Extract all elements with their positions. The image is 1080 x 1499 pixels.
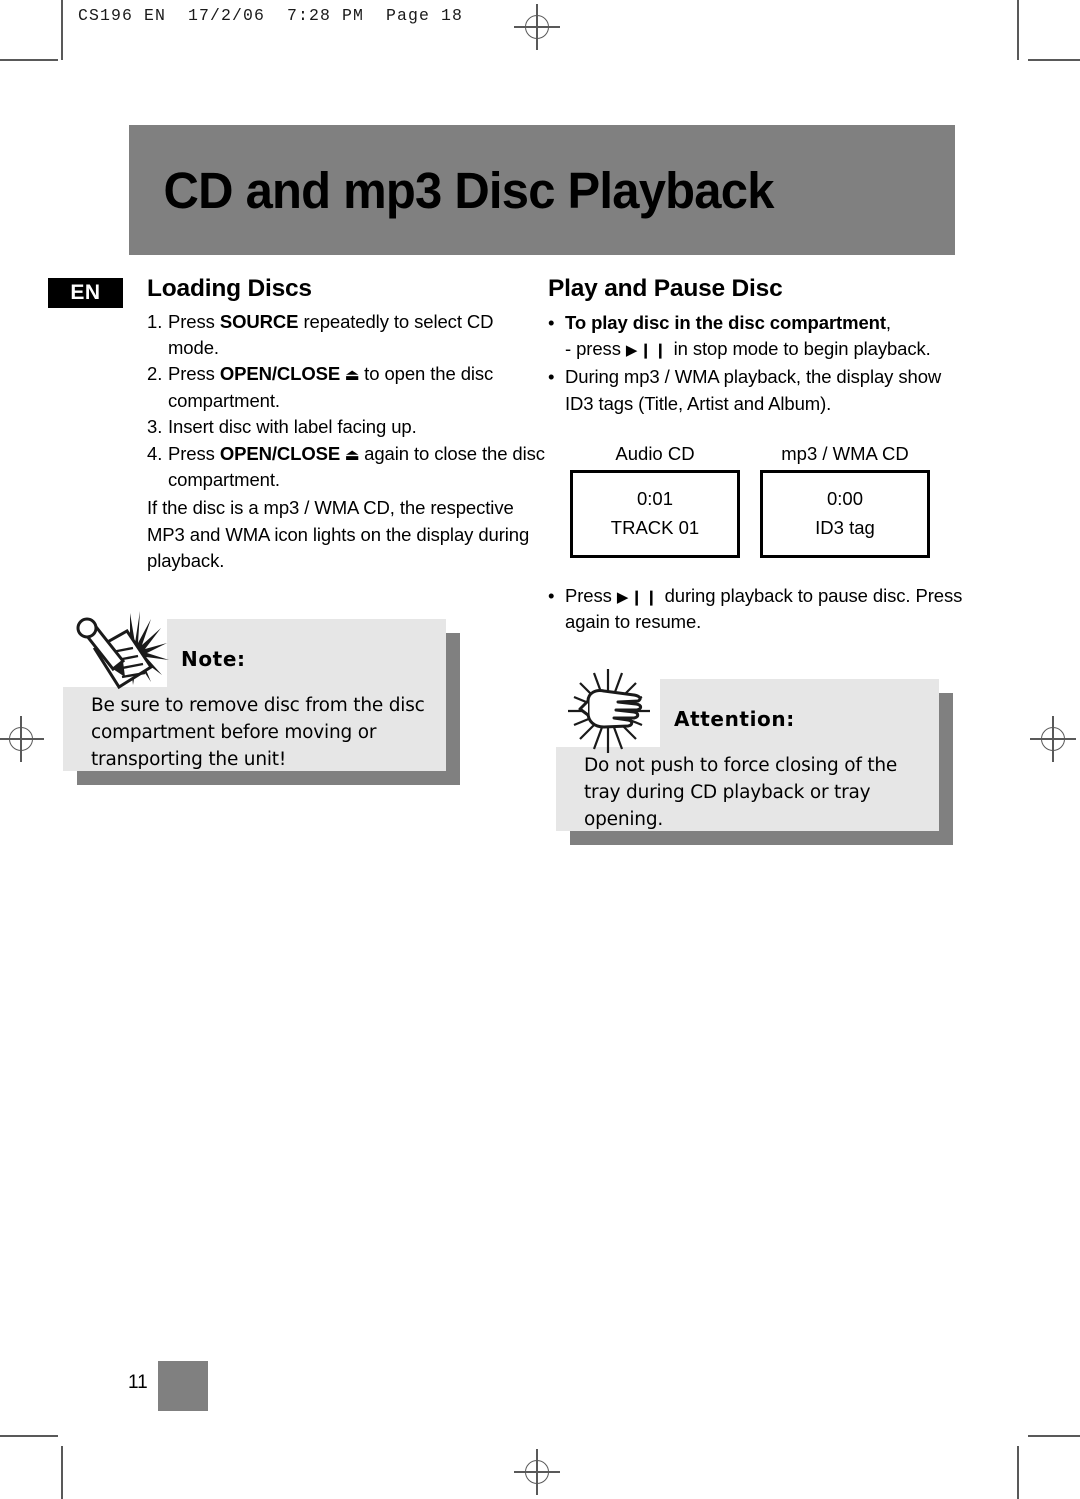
page-canvas: CS196 EN 17/2/06 7:28 PM Page 18 CD and … [0,0,1080,1499]
attention-callout: Attention: Do not push to force closing … [556,669,953,846]
display-example-mp3-wma-cd: mp3 / WMA CD 0:00 ID3 tag [760,443,930,558]
attention-callout-title: Attention: [674,707,795,732]
step-text: Press OPEN/CLOSE ⏏ again to close the di… [168,442,545,491]
section-heading-loading-discs: Loading Discs [147,275,312,302]
step-text: Insert disc with label facing up. [168,416,417,438]
display-example-audio-cd: Audio CD 0:01 TRACK 01 [570,443,740,558]
list-item: • Press ▶❙❙ during playback to pause dis… [548,583,968,636]
display-screen: 0:00 ID3 tag [760,469,930,558]
registration-mark-bottom [514,1449,560,1495]
display-screen: 0:01 TRACK 01 [570,469,740,558]
eject-icon: ⏏ [340,446,365,464]
pause-bullet: • Press ▶❙❙ during playback to pause dis… [548,583,968,636]
crop-mark-top-right-vertical [1017,0,1019,60]
bullet-marker: • [548,584,555,606]
note-pencil-icon [67,605,175,697]
step-number: 1. [147,310,163,332]
crop-mark-bottom-left-horizontal [0,1435,58,1437]
display-id3: ID3 tag [815,517,875,539]
crop-mark-top-right-horizontal [1028,59,1080,61]
list-item: • During mp3 / WMA playback, the display… [548,364,968,417]
prepress-slug-line: CS196 EN 17/2/06 7:28 PM Page 18 [78,6,464,25]
note-callout-title: Note: [181,647,246,672]
loading-discs-paragraph: If the disc is a mp3 / WMA CD, the respe… [147,497,530,572]
crop-mark-top-left-horizontal [0,59,58,61]
registration-mark-left [0,716,44,762]
page-number: 11 [128,1372,148,1393]
step-number: 2. [147,363,163,385]
step-number: 4. [147,442,163,464]
list-item: 2. Press OPEN/CLOSE ⏏ to open the disc c… [147,361,548,414]
display-time: 0:01 [636,488,673,510]
note-callout-body: Be sure to remove disc from the disc com… [91,695,425,770]
crop-mark-bottom-right-horizontal [1028,1435,1080,1437]
step-text: Press SOURCE repeatedly to select CD mod… [168,310,494,358]
eject-icon: ⏏ [340,367,365,385]
play-pause-icon: ▶❙❙ [625,341,669,359]
pointing-hand-icon [560,665,668,757]
display-track: TRACK 01 [610,517,700,539]
bullet-sub-text: - press ▶❙❙ in stop mode to begin playba… [565,337,931,359]
crop-mark-bottom-left-vertical [61,1446,63,1499]
list-item: 3. Insert disc with label facing up. [147,414,548,440]
attention-callout-panel: Attention: Do not push to force closing … [556,669,939,832]
right-column: Play and Pause Disc • To play disc in th… [548,275,968,846]
section-heading-play-and-pause: Play and Pause Disc [548,275,783,302]
bullet-marker: • [548,311,555,333]
list-item: 1. Press SOURCE repeatedly to select CD … [147,309,548,362]
display-time: 0:00 [826,488,863,510]
list-item: 4. Press OPEN/CLOSE ⏏ again to close the… [147,441,548,494]
play-pause-icon: ▶❙❙ [616,588,660,606]
registration-mark-right [1030,716,1076,762]
bullet-text: During mp3 / WMA playback, the display s… [565,366,942,414]
left-column: EN Loading Discs 1. Press SOURCE repeate… [48,275,548,786]
page-folio: 11 [128,1361,218,1411]
loading-discs-steps: 1. Press SOURCE repeatedly to select CD … [147,309,548,494]
step-number: 3. [147,416,163,438]
chapter-banner: CD and mp3 Disc Playback [129,125,955,255]
note-callout: Note: Be sure to remove disc from the di… [63,611,460,786]
crop-mark-bottom-right-vertical [1017,1446,1019,1499]
crop-mark-top-left-vertical [61,0,63,60]
registration-mark-top [514,4,560,50]
bullet-lead-text: To play disc in the disc compartment [565,311,886,333]
step-text: Press OPEN/CLOSE ⏏ to open the disc comp… [168,363,494,411]
attention-callout-body: Do not push to force closing of the tray… [584,755,898,830]
folio-marker-square [158,1361,208,1411]
bullet-marker: • [548,366,555,388]
display-examples: Audio CD 0:01 TRACK 01 mp3 / WMA CD 0:00… [548,443,968,565]
list-item: • To play disc in the disc compartment, … [548,310,968,363]
note-callout-panel: Note: Be sure to remove disc from the di… [63,611,446,772]
display-caption: mp3 / WMA CD [781,442,909,464]
language-badge: EN [48,278,123,308]
display-caption: Audio CD [615,442,695,464]
play-pause-bullets: • To play disc in the disc compartment, … [548,310,968,417]
page-title: CD and mp3 Disc Playback [163,161,775,219]
